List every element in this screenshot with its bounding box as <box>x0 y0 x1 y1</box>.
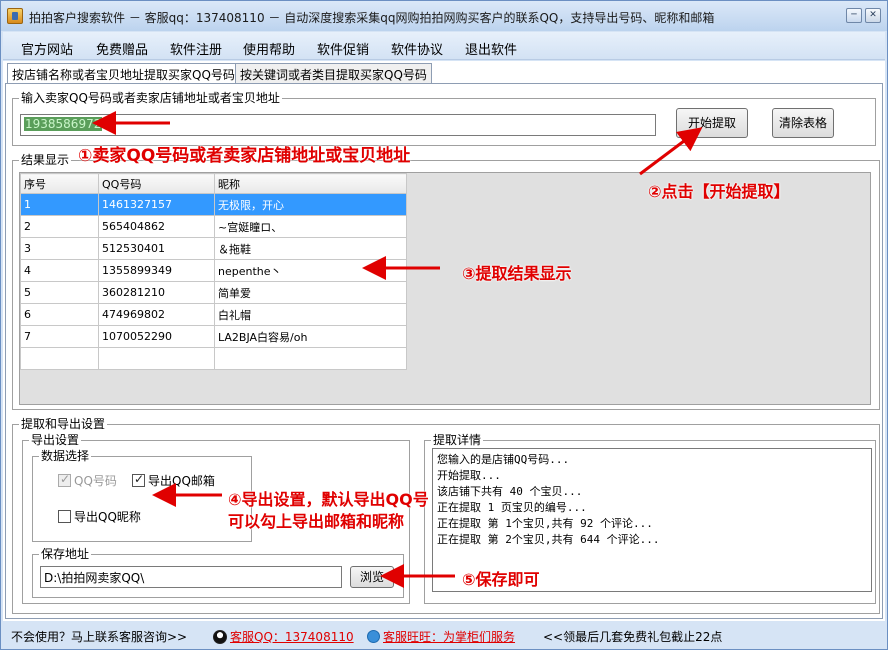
menu-register[interactable]: 软件注册 <box>170 39 222 58</box>
results-group-label: 结果显示 <box>19 153 72 167</box>
log-line: 开始提取... <box>437 469 501 482</box>
log-line: 正在提取 第 2个宝贝,共有 644 个评论... <box>437 533 660 546</box>
qq-number-label: QQ号码 <box>74 474 117 488</box>
table-row[interactable]: 1 1461327157 无极限，开心 <box>20 193 407 216</box>
export-nick-label: 导出QQ昵称 <box>74 510 141 524</box>
help-text: 不会使用？马上联系客服咨询>> <box>11 630 188 644</box>
status-bar: 不会使用？马上联系客服咨询>> 客服QQ：137408110 客服旺旺：为掌柜们… <box>3 623 885 647</box>
cell-nick: 简单爱 <box>214 281 407 304</box>
app-logo-icon <box>7 8 23 24</box>
cell-qq: 565404862 <box>98 215 215 238</box>
shop-input-value: 1938586972 <box>24 117 103 131</box>
settings-group-label: 提取和导出设置 <box>19 417 108 431</box>
menu-promotion[interactable]: 软件促销 <box>317 39 369 58</box>
checkbox-icon <box>58 510 71 523</box>
log-line: 该店铺下共有 40 个宝贝... <box>437 485 583 498</box>
annotation-1: ①卖家QQ号码或者卖家店铺地址或宝贝地址 <box>78 146 411 166</box>
cell-qq: 1070052290 <box>98 325 215 348</box>
annotation-3: ③提取结果显示 <box>462 264 572 283</box>
results-table: 序号 QQ号码 昵称 1 1461327157 无极限，开心 2 5654048… <box>20 173 407 370</box>
details-group-label: 提取详情 <box>431 433 484 447</box>
promo-text: <<领最后几套免费礼包截止22点 <box>543 630 723 644</box>
cell-index: 5 <box>20 281 99 304</box>
col-nick-header[interactable]: 昵称 <box>214 173 407 194</box>
cell-qq: 474969802 <box>98 303 215 326</box>
cell-nick: LA2BJA白容易/oh <box>214 325 407 348</box>
annotation-4a: ④导出设置，默认导出QQ号 <box>228 490 429 509</box>
results-grid: 序号 QQ号码 昵称 1 1461327157 无极限，开心 2 5654048… <box>19 172 871 405</box>
log-line: 正在提取 1 页宝贝的编号... <box>437 501 587 514</box>
table-row[interactable]: 2 565404862 ~宫娗瞳ロ、 <box>20 215 407 238</box>
start-extract-button[interactable]: 开始提取 <box>676 108 748 138</box>
cell-index: 6 <box>20 303 99 326</box>
cell-index: 2 <box>20 215 99 238</box>
menu-agreement[interactable]: 软件协议 <box>391 39 443 58</box>
cell-nick: 白礼帽 <box>214 303 407 326</box>
menu-official-site[interactable]: 官方网站 <box>21 39 73 58</box>
tab-by-shop[interactable]: 按店铺名称或者宝贝地址提取买家QQ号码 <box>7 63 240 84</box>
cell-qq: 1355899349 <box>98 259 215 282</box>
qq-link-text: 客服QQ：137408110 <box>230 630 354 644</box>
table-row[interactable]: 3 512530401 ＆拖鞋 <box>20 237 407 260</box>
export-email-label: 导出QQ邮箱 <box>148 474 215 488</box>
cell-qq: 360281210 <box>98 281 215 304</box>
tab-by-keyword[interactable]: 按关键词或者类目提取买家QQ号码 <box>235 63 432 83</box>
menu-help[interactable]: 使用帮助 <box>243 39 295 58</box>
data-select-label: 数据选择 <box>39 449 92 463</box>
close-button[interactable]: ✕ <box>865 8 881 23</box>
save-path-input[interactable]: D:\拍拍网卖家QQ\ <box>40 566 342 588</box>
table-row[interactable]: 5 360281210 简单爱 <box>20 281 407 304</box>
export-nick-checkbox[interactable]: 导出QQ昵称 <box>58 508 141 525</box>
col-index-header[interactable]: 序号 <box>20 173 99 194</box>
cell-nick: 无极限，开心 <box>214 193 407 216</box>
table-row[interactable]: 6 474969802 白礼帽 <box>20 303 407 326</box>
table-row-new[interactable] <box>20 347 407 370</box>
data-select-groupbox: 数据选择 <box>32 449 252 542</box>
checkbox-icon <box>58 472 71 487</box>
shop-input[interactable]: 1938586972 <box>20 114 656 136</box>
log-line: 正在提取 第 1个宝贝,共有 92 个评论... <box>437 517 653 530</box>
save-group-label: 保存地址 <box>39 547 92 561</box>
col-qq-header[interactable]: QQ号码 <box>98 173 215 194</box>
qq-penguin-icon <box>213 630 227 644</box>
wangwang-link-text: 客服旺旺：为掌柜们服务 <box>383 630 516 644</box>
title-bar: 拍拍客户搜索软件 － 客服qq：137408110 － 自动深度搜索采集qq网购… <box>1 1 887 31</box>
menu-exit[interactable]: 退出软件 <box>465 39 517 58</box>
export-email-checkbox[interactable]: 导出QQ邮箱 <box>132 472 215 489</box>
annotation-4b: 可以勾上导出邮箱和昵称 <box>228 512 405 531</box>
cell-index: 4 <box>20 259 99 282</box>
export-group-label: 导出设置 <box>29 433 82 447</box>
browse-button[interactable]: 浏览 <box>350 566 394 588</box>
qq-number-checkbox: QQ号码 <box>58 472 117 489</box>
clear-table-button[interactable]: 清除表格 <box>772 108 834 138</box>
wangwang-icon <box>367 630 380 643</box>
minimize-button[interactable]: ─ <box>846 8 862 23</box>
table-row[interactable]: 7 1070052290 LA2BJA白容易/oh <box>20 325 407 348</box>
cell-index: 7 <box>20 325 99 348</box>
input-group-label: 输入卖家QQ号码或者卖家店铺地址或者宝贝地址 <box>19 91 282 105</box>
cell-nick: nepenthe丶 <box>214 259 407 282</box>
qq-link[interactable]: 客服QQ：137408110 <box>213 628 354 645</box>
checkbox-icon <box>132 472 145 487</box>
annotation-5: ⑤保存即可 <box>462 570 540 589</box>
cell-qq: 1461327157 <box>98 193 215 216</box>
menu-free-gifts[interactable]: 免费赠品 <box>96 39 148 58</box>
cell-index: 1 <box>20 193 99 216</box>
menu-bar: 官方网站 免费赠品 软件注册 使用帮助 软件促销 软件协议 退出软件 <box>3 32 885 60</box>
cell-qq: 512530401 <box>98 237 215 260</box>
wangwang-link[interactable]: 客服旺旺：为掌柜们服务 <box>367 628 515 645</box>
cell-index: 3 <box>20 237 99 260</box>
cell-nick: ＆拖鞋 <box>214 237 407 260</box>
annotation-2: ②点击【开始提取】 <box>648 182 790 201</box>
window-title: 拍拍客户搜索软件 － 客服qq：137408110 － 自动深度搜索采集qq网购… <box>29 11 715 25</box>
table-row[interactable]: 4 1355899349 nepenthe丶 <box>20 259 407 282</box>
table-header: 序号 QQ号码 昵称 <box>20 173 407 194</box>
app-window: 拍拍客户搜索软件 － 客服qq：137408110 － 自动深度搜索采集qq网购… <box>0 0 888 650</box>
log-line: 您输入的是店铺QQ号码... <box>437 453 570 466</box>
cell-nick: ~宫娗瞳ロ、 <box>214 215 407 238</box>
